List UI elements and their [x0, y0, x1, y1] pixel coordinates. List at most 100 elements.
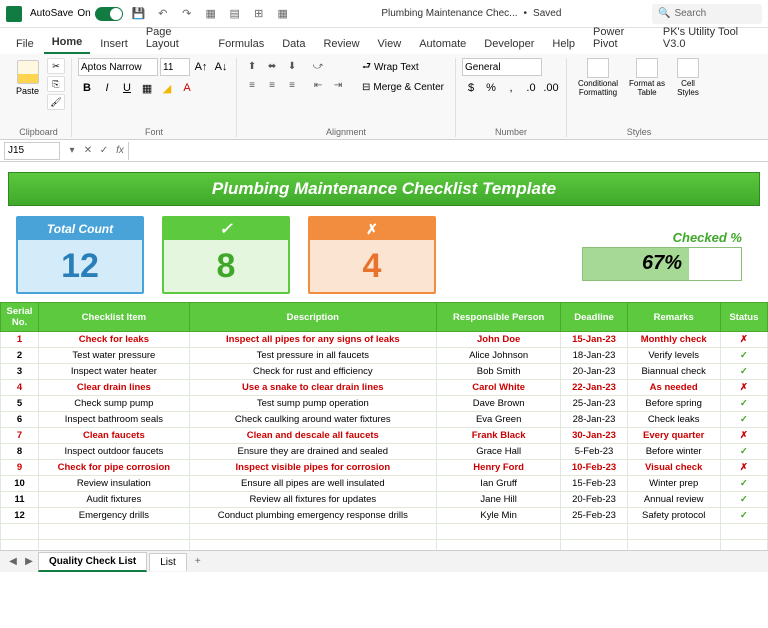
- prev-sheet-button[interactable]: ◀: [6, 555, 20, 569]
- status-cell[interactable]: ✓: [720, 476, 767, 492]
- decrease-font-button[interactable]: A↓: [212, 58, 230, 76]
- status-cell[interactable]: ✗: [720, 332, 767, 348]
- status-cell[interactable]: ✓: [720, 348, 767, 364]
- percent-button[interactable]: %: [482, 79, 500, 97]
- table-row[interactable]: 5Check sump pumpTest sump pump operation…: [1, 396, 768, 412]
- increase-font-button[interactable]: A↑: [192, 58, 210, 76]
- currency-button[interactable]: $: [462, 79, 480, 97]
- table-header[interactable]: Serial No.: [1, 303, 39, 332]
- name-box[interactable]: J15: [4, 142, 60, 160]
- table-row[interactable]: 2Test water pressureTest pressure in all…: [1, 348, 768, 364]
- autosave-toggle[interactable]: AutoSave On: [30, 7, 123, 21]
- italic-button[interactable]: I: [98, 79, 116, 97]
- tab-file[interactable]: File: [8, 34, 42, 54]
- table-row[interactable]: 11Audit fixturesReview all fixtures for …: [1, 492, 768, 508]
- border-button[interactable]: ▦: [138, 79, 156, 97]
- table-header[interactable]: Responsible Person: [436, 303, 561, 332]
- checklist-table[interactable]: Serial No.Checklist ItemDescriptionRespo…: [0, 302, 768, 572]
- table-row[interactable]: 8Inspect outdoor faucetsEnsure they are …: [1, 444, 768, 460]
- formula-input[interactable]: [128, 142, 768, 160]
- table-row[interactable]: 6Inspect bathroom sealsCheck caulking ar…: [1, 412, 768, 428]
- table-row[interactable]: 4Clear drain linesUse a snake to clear d…: [1, 380, 768, 396]
- fill-color-button[interactable]: ◢: [158, 79, 176, 97]
- tab-developer[interactable]: Developer: [476, 34, 542, 54]
- increase-indent-button[interactable]: ⇥: [329, 77, 347, 93]
- increase-decimal-button[interactable]: .0: [522, 79, 540, 97]
- qat-icon[interactable]: ▤: [227, 6, 243, 22]
- align-left-button[interactable]: ≡: [243, 77, 261, 93]
- decrease-indent-button[interactable]: ⇤: [309, 77, 327, 93]
- qat-icon[interactable]: ▦: [275, 6, 291, 22]
- table-row[interactable]: 9Check for pipe corrosionInspect visible…: [1, 460, 768, 476]
- number-format-select[interactable]: [462, 58, 542, 76]
- sheet-tab[interactable]: List: [149, 553, 187, 571]
- worksheet[interactable]: Plumbing Maintenance Checklist Template …: [0, 162, 768, 572]
- tab-home[interactable]: Home: [44, 32, 91, 54]
- font-name-select[interactable]: [78, 58, 158, 76]
- cut-button[interactable]: ✂: [47, 58, 65, 74]
- add-sheet-button[interactable]: +: [189, 556, 207, 567]
- tab-page-layout[interactable]: Page Layout: [138, 22, 209, 54]
- copy-button[interactable]: ⎘: [47, 76, 65, 92]
- tab-insert[interactable]: Insert: [92, 34, 136, 54]
- toggle-icon[interactable]: [95, 7, 123, 21]
- table-header[interactable]: Deadline: [561, 303, 627, 332]
- font-size-select[interactable]: [160, 58, 190, 76]
- status-cell[interactable]: ✓: [720, 364, 767, 380]
- table-row[interactable]: 1Check for leaksInspect all pipes for an…: [1, 332, 768, 348]
- table-row[interactable]: 10Review insulationEnsure all pipes are …: [1, 476, 768, 492]
- sheet-tab-active[interactable]: Quality Check List: [38, 552, 147, 572]
- align-middle-button[interactable]: ⬌: [263, 58, 281, 74]
- underline-button[interactable]: U: [118, 79, 136, 97]
- comma-button[interactable]: ,: [502, 79, 520, 97]
- tab-data[interactable]: Data: [274, 34, 313, 54]
- table-header[interactable]: Status: [720, 303, 767, 332]
- save-icon[interactable]: 💾: [131, 6, 147, 22]
- status-cell[interactable]: ✓: [720, 396, 767, 412]
- tab-automate[interactable]: Automate: [411, 34, 474, 54]
- wrap-text-button[interactable]: ⮐Wrap Text: [357, 58, 449, 76]
- fx-button[interactable]: fx: [112, 143, 128, 159]
- enter-icon[interactable]: ✓: [96, 143, 112, 159]
- table-row[interactable]: 7Clean faucetsClean and descale all fauc…: [1, 428, 768, 444]
- status-cell[interactable]: ✓: [720, 508, 767, 524]
- table-header[interactable]: Checklist Item: [39, 303, 190, 332]
- align-bottom-button[interactable]: ⬇: [283, 58, 301, 74]
- table-row-empty[interactable]: [1, 524, 768, 540]
- qat-icon[interactable]: ▦: [203, 6, 219, 22]
- table-row[interactable]: 12Emergency drillsConduct plumbing emerg…: [1, 508, 768, 524]
- redo-icon[interactable]: ↷: [179, 6, 195, 22]
- table-row[interactable]: 3Inspect water heaterCheck for rust and …: [1, 364, 768, 380]
- cell-styles-button[interactable]: Cell Styles: [671, 58, 705, 97]
- table-header[interactable]: Description: [189, 303, 436, 332]
- orientation-button[interactable]: ⤻: [309, 58, 327, 74]
- dropdown-icon[interactable]: ▾: [64, 143, 80, 159]
- next-sheet-button[interactable]: ▶: [22, 555, 36, 569]
- decrease-decimal-button[interactable]: .00: [542, 79, 560, 97]
- merge-center-button[interactable]: ⊟Merge & Center: [357, 78, 449, 96]
- tab-help[interactable]: Help: [544, 34, 583, 54]
- status-cell[interactable]: ✓: [720, 492, 767, 508]
- cancel-icon[interactable]: ✕: [80, 143, 96, 159]
- align-top-button[interactable]: ⬆: [243, 58, 261, 74]
- format-table-button[interactable]: Format as Table: [625, 58, 669, 97]
- undo-icon[interactable]: ↶: [155, 6, 171, 22]
- tab-pk-tool[interactable]: PK's Utility Tool V3.0: [655, 22, 760, 54]
- align-center-button[interactable]: ≡: [263, 77, 281, 93]
- status-cell[interactable]: ✗: [720, 428, 767, 444]
- align-right-button[interactable]: ≡: [283, 77, 301, 93]
- bold-button[interactable]: B: [78, 79, 96, 97]
- paste-button[interactable]: Paste: [12, 58, 43, 98]
- table-header[interactable]: Remarks: [627, 303, 720, 332]
- qat-icon[interactable]: ⊞: [251, 6, 267, 22]
- tab-review[interactable]: Review: [315, 34, 367, 54]
- search-input[interactable]: 🔍 Search: [652, 4, 762, 24]
- status-cell[interactable]: ✓: [720, 444, 767, 460]
- tab-view[interactable]: View: [370, 34, 410, 54]
- status-cell[interactable]: ✗: [720, 380, 767, 396]
- tab-power-pivot[interactable]: Power Pivot: [585, 22, 653, 54]
- format-painter-button[interactable]: 🖌: [47, 94, 65, 110]
- status-cell[interactable]: ✗: [720, 460, 767, 476]
- conditional-formatting-button[interactable]: Conditional Formatting: [573, 58, 623, 97]
- status-cell[interactable]: ✓: [720, 412, 767, 428]
